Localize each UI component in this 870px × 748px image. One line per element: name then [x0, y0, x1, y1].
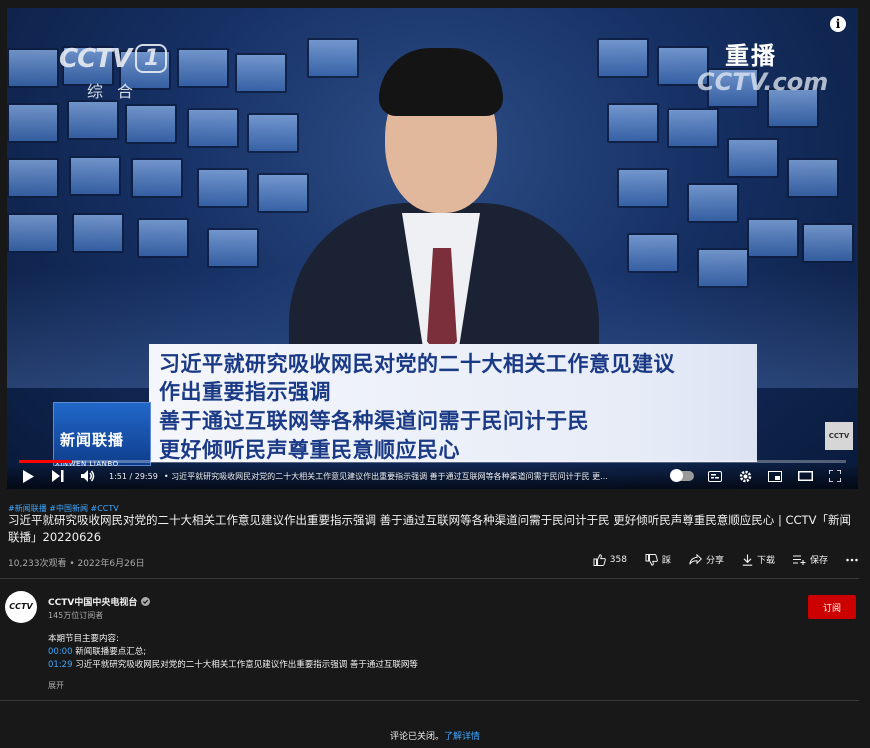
channel-number: 1 [135, 44, 168, 73]
corner-badge: CCTV [825, 422, 853, 450]
channel-name[interactable]: CCTV中国中央电视台 [48, 595, 137, 608]
chapter-timestamp[interactable]: 01:29 [48, 660, 73, 670]
background-monitor [207, 228, 259, 268]
more-horizontal-icon [846, 558, 858, 561]
background-monitor [177, 48, 229, 88]
play-icon[interactable] [13, 463, 43, 489]
background-monitor [125, 104, 177, 144]
subscribe-button[interactable]: 订阅 [808, 595, 856, 619]
background-monitor [7, 213, 59, 253]
thumbs-down-icon [645, 553, 658, 566]
headline-line-3: 善于通过互联网等各种渠道问需于民问计于民 [159, 409, 589, 433]
background-monitor [257, 173, 309, 213]
view-count-date: 10,233次观看 • 2022年6月26日 [8, 559, 145, 569]
description: 本期节目主要内容: 00:00 新闻联播要点汇总; 01:29 习近平就研究吸收… [48, 633, 418, 672]
description-heading: 本期节目主要内容: [48, 634, 119, 644]
avatar[interactable]: CCTV [5, 591, 37, 623]
headline-banner: 习近平就研究吸收网民对党的二十大相关工作意见建议 作出重要指示强调 善于通过互联… [149, 344, 757, 462]
background-monitor [72, 213, 124, 253]
info-icon[interactable]: i [830, 16, 846, 32]
share-icon [689, 554, 702, 565]
divider [0, 700, 859, 701]
autoplay-toggle[interactable] [670, 469, 694, 482]
program-logo: 新闻联播 [53, 402, 151, 466]
player-controls: 1:51 / 29:59 • 习近平就研究吸收网民对党的二十大相关工作意见建议作… [7, 463, 858, 489]
background-monitor [137, 218, 189, 258]
settings-gear-icon[interactable] [730, 463, 760, 489]
headline-line-1: 习近平就研究吸收网民对党的二十大相关工作意见建议 [159, 352, 675, 376]
subscriber-count: 145万位订阅者 [48, 611, 104, 620]
action-bar: 358 踩 分享 下载 保存 [593, 553, 858, 566]
background-monitor [187, 108, 239, 148]
headline-line-2: 作出重要指示强调 [159, 380, 331, 404]
chapter-timestamp[interactable]: 00:00 [48, 647, 73, 657]
download-button[interactable]: 下载 [742, 553, 775, 566]
video-player[interactable]: CCTV 1 综合 重播 CCTV.com i 习近平就研究吸收网民对党的二十大相… [7, 8, 858, 489]
channel-logo-text: CCTV [59, 44, 132, 74]
background-monitor [597, 38, 649, 78]
next-icon[interactable] [43, 463, 73, 489]
subtitles-icon[interactable] [700, 463, 730, 489]
chapter-text: 习近平就研究吸收网民对党的二十大相关工作意见建议作出重要指示强调 善于通过互联网… [72, 660, 418, 670]
background-monitor [627, 233, 679, 273]
thumbs-up-icon [593, 553, 606, 566]
channel-logo: CCTV 1 [59, 44, 168, 74]
like-button[interactable]: 358 [593, 553, 627, 566]
channel-name-row[interactable]: CCTV中国中央电视台 [48, 595, 151, 608]
save-label: 保存 [809, 556, 828, 566]
background-monitor [7, 48, 59, 88]
volume-icon[interactable] [73, 463, 103, 489]
dislike-button[interactable]: 踩 [645, 553, 671, 566]
save-button[interactable]: 保存 [792, 553, 828, 566]
comments-closed-text: 评论已关闭。 [389, 732, 444, 742]
show-more-button[interactable]: 展开 [48, 680, 64, 691]
share-button[interactable]: 分享 [689, 553, 724, 566]
background-monitor [607, 103, 659, 143]
verified-check-icon [141, 597, 151, 606]
comments-disabled-notice: 评论已关闭。了解详情 [0, 729, 870, 742]
learn-more-link[interactable]: 了解详情 [444, 732, 480, 742]
fullscreen-icon[interactable] [820, 463, 850, 489]
background-monitor [747, 218, 799, 258]
like-count: 358 [609, 554, 627, 565]
background-monitor [7, 158, 59, 198]
description-chapter: 00:00 新闻联播要点汇总; [48, 646, 418, 659]
background-monitor [667, 108, 719, 148]
background-monitor [67, 100, 119, 140]
download-icon [742, 554, 753, 566]
background-monitor [197, 168, 249, 208]
background-monitor [617, 168, 669, 208]
more-actions-button[interactable] [846, 553, 858, 566]
dislike-label: 踩 [661, 556, 671, 566]
background-monitor [131, 158, 183, 198]
theater-mode-icon[interactable] [790, 463, 820, 489]
background-monitor [247, 113, 299, 153]
background-monitor [69, 156, 121, 196]
divider [0, 578, 859, 579]
video-title: 习近平就研究吸收网民对党的二十大相关工作意见建议作出重要指示强调 善于通过互联网… [8, 513, 851, 544]
playlist-add-icon [792, 554, 806, 565]
background-monitor [235, 53, 287, 93]
background-monitor [307, 38, 359, 78]
channel-subtitle: 综合 [87, 82, 148, 101]
share-label: 分享 [705, 556, 724, 566]
background-monitor [802, 223, 854, 263]
chapter-text: 新闻联播要点汇总; [72, 647, 147, 657]
download-label: 下载 [756, 556, 775, 566]
background-monitor [727, 138, 779, 178]
replay-label: 重播 [725, 42, 777, 70]
background-monitor [7, 103, 59, 143]
chapter-title[interactable]: • 习近平就研究吸收网民对党的二十大相关工作意见建议作出重要指示强调 善于通过互… [164, 471, 634, 482]
program-logo-text: 新闻联播 [60, 431, 125, 449]
description-chapter: 01:29 习近平就研究吸收网民对党的二十大相关工作意见建议作出重要指示强调 善… [48, 659, 418, 672]
background-monitor [787, 158, 839, 198]
miniplayer-icon[interactable] [760, 463, 790, 489]
watermark: CCTV.com [697, 68, 829, 96]
background-monitor [687, 183, 739, 223]
time-display: 1:51 / 29:59 [109, 471, 158, 481]
